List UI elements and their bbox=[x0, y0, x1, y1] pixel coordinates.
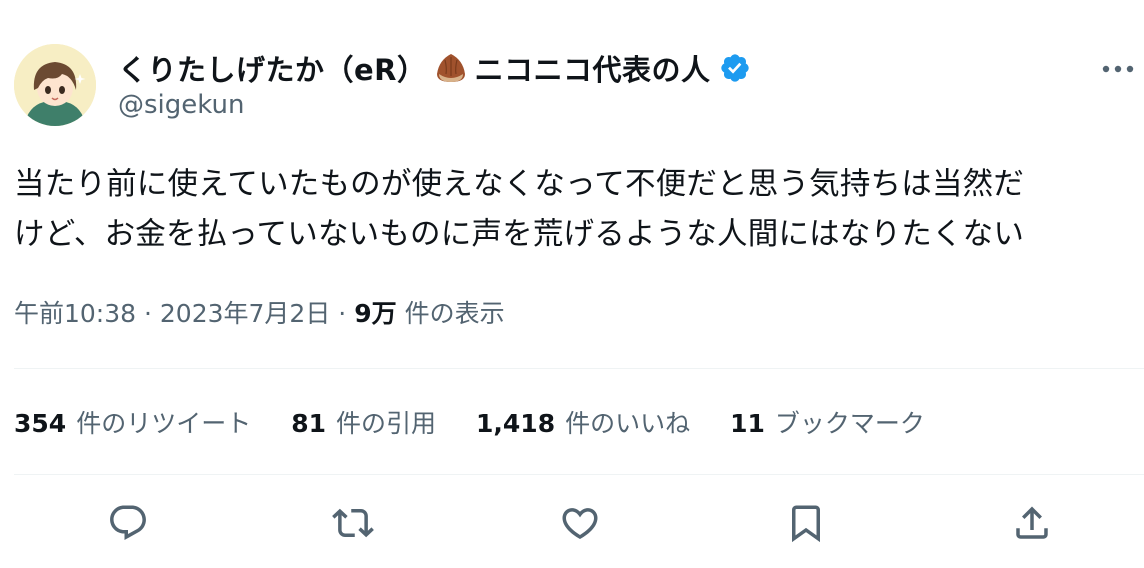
like-stat[interactable]: 1,418 件のいいね bbox=[476, 404, 690, 440]
bookmark-count: 11 bbox=[730, 409, 765, 438]
bookmark-icon bbox=[792, 505, 820, 543]
more-options-icon[interactable] bbox=[1098, 54, 1138, 84]
retweet-label: 件のリツイート bbox=[76, 409, 252, 438]
like-count: 1,418 bbox=[476, 409, 556, 438]
action-bar bbox=[0, 498, 1144, 548]
like-label: 件のいいね bbox=[565, 409, 691, 438]
tweet-text: 当たり前に使えていたものが使えなくなって不便だと思う気持ちは当然だ けど、お金を… bbox=[14, 160, 1140, 260]
tweet-time[interactable]: 午前10:38 bbox=[14, 299, 136, 328]
tweet-text-line-1: 当たり前に使えていたものが使えなくなって不便だと思う気持ちは当然だ bbox=[14, 167, 1025, 202]
share-icon bbox=[1016, 506, 1048, 539]
meta-separator: · bbox=[144, 299, 152, 328]
avatar[interactable] bbox=[14, 44, 96, 126]
tweet-meta: 午前10:38 · 2023年7月2日 · 9万 件の表示 bbox=[14, 294, 505, 330]
retweet-icon bbox=[332, 508, 374, 538]
bookmark-stat[interactable]: 11 ブックマーク bbox=[730, 404, 925, 440]
quote-stat[interactable]: 81 件の引用 bbox=[291, 404, 436, 440]
author-handle[interactable]: @sigekun bbox=[118, 90, 244, 120]
like-icon bbox=[562, 508, 598, 540]
bookmark-label: ブックマーク bbox=[774, 409, 925, 438]
reply-icon bbox=[110, 505, 146, 540]
quote-count: 81 bbox=[291, 409, 326, 438]
divider bbox=[14, 368, 1144, 369]
quote-label: 件の引用 bbox=[336, 409, 437, 438]
author-name-row[interactable]: くりたしげたか（eR） ニコニコ代表の人 bbox=[118, 48, 751, 88]
retweet-stat[interactable]: 354 件のリツイート bbox=[14, 404, 251, 440]
views-label: 件の表示 bbox=[404, 299, 505, 328]
like-button[interactable] bbox=[555, 498, 605, 548]
tweet-date[interactable]: 2023年7月2日 bbox=[160, 299, 330, 328]
meta-separator: · bbox=[338, 299, 347, 328]
bookmark-button[interactable] bbox=[781, 498, 831, 548]
tweet-header: くりたしげたか（eR） ニコニコ代表の人 @sigekun bbox=[12, 40, 1144, 130]
verified-badge-icon[interactable] bbox=[719, 52, 751, 84]
share-button[interactable] bbox=[1007, 498, 1057, 548]
engagement-stats: 354 件のリツイート 81 件の引用 1,418 件のいいね 11 ブックマー… bbox=[14, 402, 965, 442]
divider bbox=[14, 474, 1144, 475]
tweet-text-line-2: けど、お金を払っていないものに声を荒げるような人間にはなりたくない bbox=[14, 217, 1025, 252]
retweet-button[interactable] bbox=[328, 498, 378, 548]
chestnut-icon bbox=[433, 50, 469, 86]
reply-button[interactable] bbox=[103, 498, 153, 548]
retweet-count: 354 bbox=[14, 409, 67, 438]
author-display-name[interactable]: くりたしげたか（eR） bbox=[118, 47, 427, 89]
author-display-name-suffix[interactable]: ニコニコ代表の人 bbox=[475, 47, 711, 89]
views-count: 9万 bbox=[354, 299, 397, 328]
